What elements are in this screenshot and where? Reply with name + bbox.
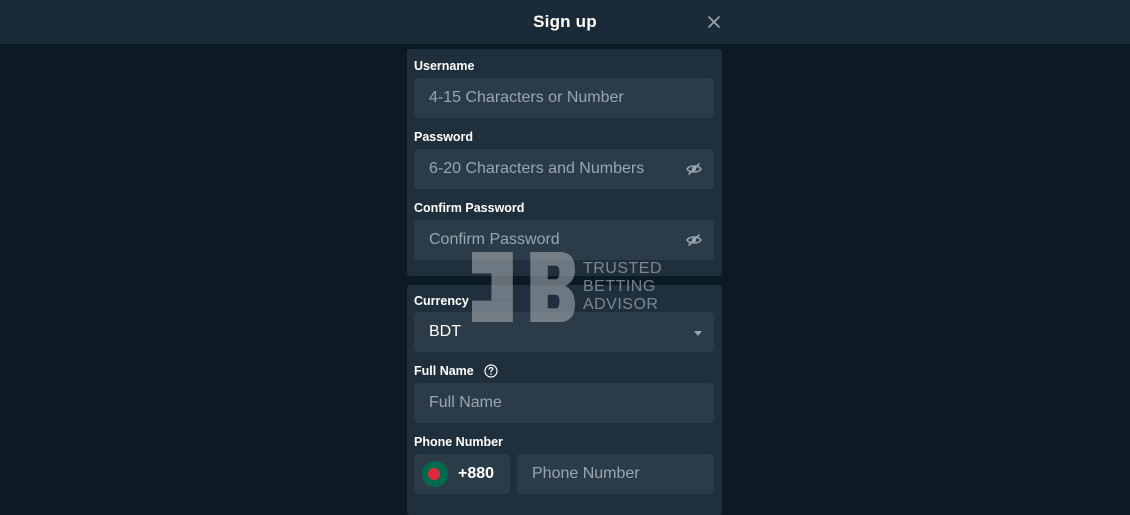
password-label-text: Password (414, 130, 474, 144)
eye-slash-icon[interactable] (686, 232, 702, 248)
caret-down-icon (694, 323, 702, 341)
phone-number-input[interactable]: Phone Number (517, 454, 714, 494)
personal-info-panel: Currency BDT Full Name Full Name Phone N… (407, 285, 722, 515)
bangladesh-flag-icon (422, 461, 448, 487)
confirm-password-input[interactable]: Confirm Password (414, 220, 714, 260)
close-icon[interactable] (704, 12, 724, 32)
currency-label-text: Currency (414, 294, 469, 308)
password-placeholder: 6-20 Characters and Numbers (429, 160, 645, 177)
username-placeholder: 4-15 Characters or Number (429, 89, 624, 106)
currency-label: Currency (414, 294, 469, 308)
modal-header: Sign up (0, 0, 1130, 44)
phone-number-placeholder: Phone Number (532, 465, 640, 482)
country-code-select[interactable]: +880 (414, 454, 510, 494)
username-input[interactable]: 4-15 Characters or Number (414, 78, 714, 118)
phone-label-text: Phone Number (414, 435, 503, 449)
password-label: Password (414, 130, 473, 144)
password-input[interactable]: 6-20 Characters and Numbers (414, 149, 714, 189)
currency-value: BDT (429, 323, 461, 340)
username-label-text: Username (414, 59, 475, 73)
eye-slash-icon[interactable] (686, 161, 702, 177)
full-name-placeholder: Full Name (429, 394, 502, 411)
full-name-label: Full Name (414, 364, 498, 378)
currency-select[interactable]: BDT (414, 312, 714, 352)
confirm-password-label-text: Confirm Password (414, 201, 525, 215)
credentials-panel: Username 4-15 Characters or Number Passw… (407, 49, 722, 276)
full-name-label-text: Full Name (414, 364, 474, 378)
question-circle-icon[interactable] (484, 364, 498, 378)
confirm-password-label: Confirm Password (414, 201, 524, 215)
full-name-input[interactable]: Full Name (414, 383, 714, 423)
username-label: Username (414, 59, 474, 73)
phone-label: Phone Number (414, 435, 503, 449)
confirm-password-placeholder: Confirm Password (429, 231, 560, 248)
country-code-value: +880 (458, 465, 495, 482)
modal-title: Sign up (533, 12, 597, 31)
